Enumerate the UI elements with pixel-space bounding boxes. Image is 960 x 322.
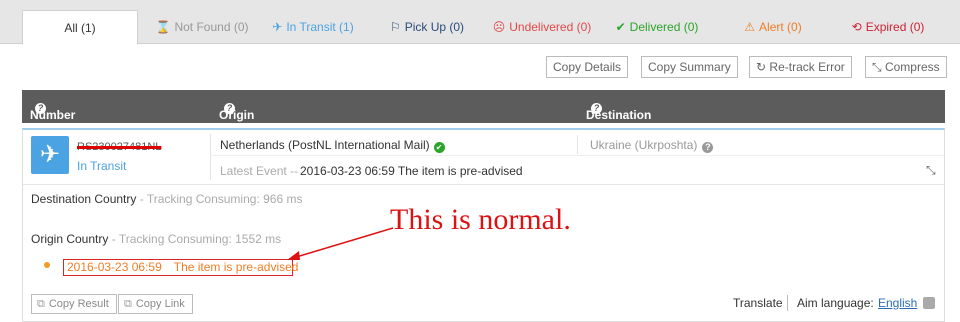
tab-in-transit-label: In Transit (1) — [286, 20, 354, 34]
header-destination: Destination (Carrier)? — [586, 99, 651, 136]
annotation-text: This is normal. — [390, 203, 571, 236]
tab-not-found-label: Not Found (0) — [174, 20, 249, 34]
copy-summary-button[interactable]: Copy Summary — [641, 56, 738, 78]
copy-result-label: Copy Result — [48, 298, 109, 310]
latest-event-text: 2016-03-23 06:59 The item is pre-advised — [300, 164, 523, 178]
plane-icon: ✈ — [272, 20, 283, 34]
status-tab-bar: All (1) ⌛ Not Found (0) ✈ In Transit (1) ⚐… — [0, 0, 960, 45]
tab-pick-up-label: Pick Up (0) — [404, 20, 465, 34]
header-number: Number (Status)? — [30, 99, 75, 136]
hourglass-icon: ⌛ — [155, 20, 171, 34]
destination-country-section: Destination Country - Tracking Consuming… — [31, 192, 302, 206]
warning-icon: ⚠ — [744, 20, 756, 34]
copy-link-label: Copy Link — [135, 298, 185, 310]
origin-tracking-time: - Tracking Consuming: 1552 ms — [108, 232, 282, 246]
flag-icon: ⚐ — [389, 20, 401, 34]
tracking-number[interactable]: RS230027481NL — [77, 141, 161, 153]
retrack-icon: ↻ — [756, 60, 767, 74]
tab-in-transit[interactable]: ✈ In Transit (1) — [268, 10, 358, 44]
translate-button[interactable]: Translate — [733, 296, 783, 310]
check-icon: ✔ — [615, 20, 626, 34]
history-icon: ⟲ — [851, 20, 862, 34]
event-time: 2016-03-23 06:59 — [67, 260, 162, 274]
destination-country-title: Destination Country — [31, 192, 137, 206]
aim-language-label: Aim language: — [797, 296, 874, 310]
language-link[interactable]: English — [878, 296, 917, 310]
help-icon[interactable]: ? — [702, 142, 714, 153]
origin-carrier-label: Netherlands (PostNL International Mail) — [220, 138, 430, 152]
tab-all[interactable]: All (1) — [22, 10, 138, 45]
divider — [210, 155, 944, 156]
divider — [577, 135, 578, 154]
compress-label: Compress — [884, 60, 940, 74]
status-label: In Transit — [77, 159, 127, 173]
copy-icon: ⧉ — [37, 298, 45, 310]
tab-alert[interactable]: ⚠ Alert (0) — [743, 10, 803, 44]
copy-link-button[interactable]: ⧉ Copy Link — [118, 294, 193, 314]
origin-carrier: Netherlands (PostNL International Mail) ✔ — [220, 138, 445, 153]
tab-all-label: All (1) — [64, 21, 96, 35]
tab-undelivered-label: Undelivered (0) — [509, 20, 592, 34]
copy-icon: ⧉ — [124, 298, 132, 310]
divider — [23, 184, 944, 185]
destination-carrier-label: Ukraine (Ukrposhta) — [590, 138, 698, 152]
origin-country-title: Origin Country — [31, 232, 109, 246]
tab-not-found[interactable]: ⌛ Not Found (0) — [153, 10, 251, 44]
latest-event-label: Latest Event -- — [220, 164, 299, 178]
header-origin: Origin (Carrier)? — [219, 99, 266, 136]
destination-carrier: Ukraine (Ukrposhta)? — [590, 138, 714, 153]
table-header: Number (Status)? Origin (Carrier)? Desti… — [22, 90, 945, 136]
event-description: The item is pre-advised — [173, 260, 299, 274]
shipment-card: ✈ RS230027481NL In Transit Netherlands (… — [22, 128, 945, 322]
copy-result-button[interactable]: ⧉ Copy Result — [31, 294, 117, 314]
annotation-arrow — [287, 227, 394, 260]
tab-delivered[interactable]: ✔ Delivered (0) — [614, 10, 700, 44]
plane-icon: ✈ — [31, 136, 69, 174]
compress-icon: ⤡ — [872, 60, 882, 74]
tab-expired[interactable]: ⟲ Expired (0) — [850, 10, 926, 44]
retrack-error-label: Re-track Error — [769, 60, 845, 74]
retrack-error-button[interactable]: ↻ Re-track Error — [749, 56, 852, 78]
event-dot — [44, 262, 50, 268]
tab-alert-label: Alert (0) — [759, 20, 802, 34]
tab-delivered-label: Delivered (0) — [629, 20, 699, 34]
tab-expired-label: Expired (0) — [865, 20, 925, 34]
event-entry-highlight: 2016-03-23 06:59 The item is pre-advised — [63, 259, 298, 276]
copy-summary-label: Copy Summary — [648, 60, 731, 74]
check-icon: ✔ — [433, 142, 445, 153]
divider — [787, 295, 788, 311]
divider — [210, 134, 211, 180]
origin-country-section: Origin Country - Tracking Consuming: 155… — [31, 232, 281, 246]
collapse-icon[interactable]: ⤡ — [926, 163, 936, 178]
tab-pick-up[interactable]: ⚐ Pick Up (0) — [388, 10, 466, 44]
copy-details-label: Copy Details — [553, 60, 622, 74]
copy-details-button[interactable]: Copy Details — [546, 56, 629, 78]
destination-tracking-time: - Tracking Consuming: 966 ms — [136, 192, 303, 206]
compress-button[interactable]: ⤡ Compress — [865, 56, 947, 78]
language-toggle[interactable] — [923, 297, 935, 309]
tab-undelivered[interactable]: ☹ Undelivered (0) — [491, 10, 593, 44]
sad-face-icon: ☹ — [492, 20, 506, 34]
